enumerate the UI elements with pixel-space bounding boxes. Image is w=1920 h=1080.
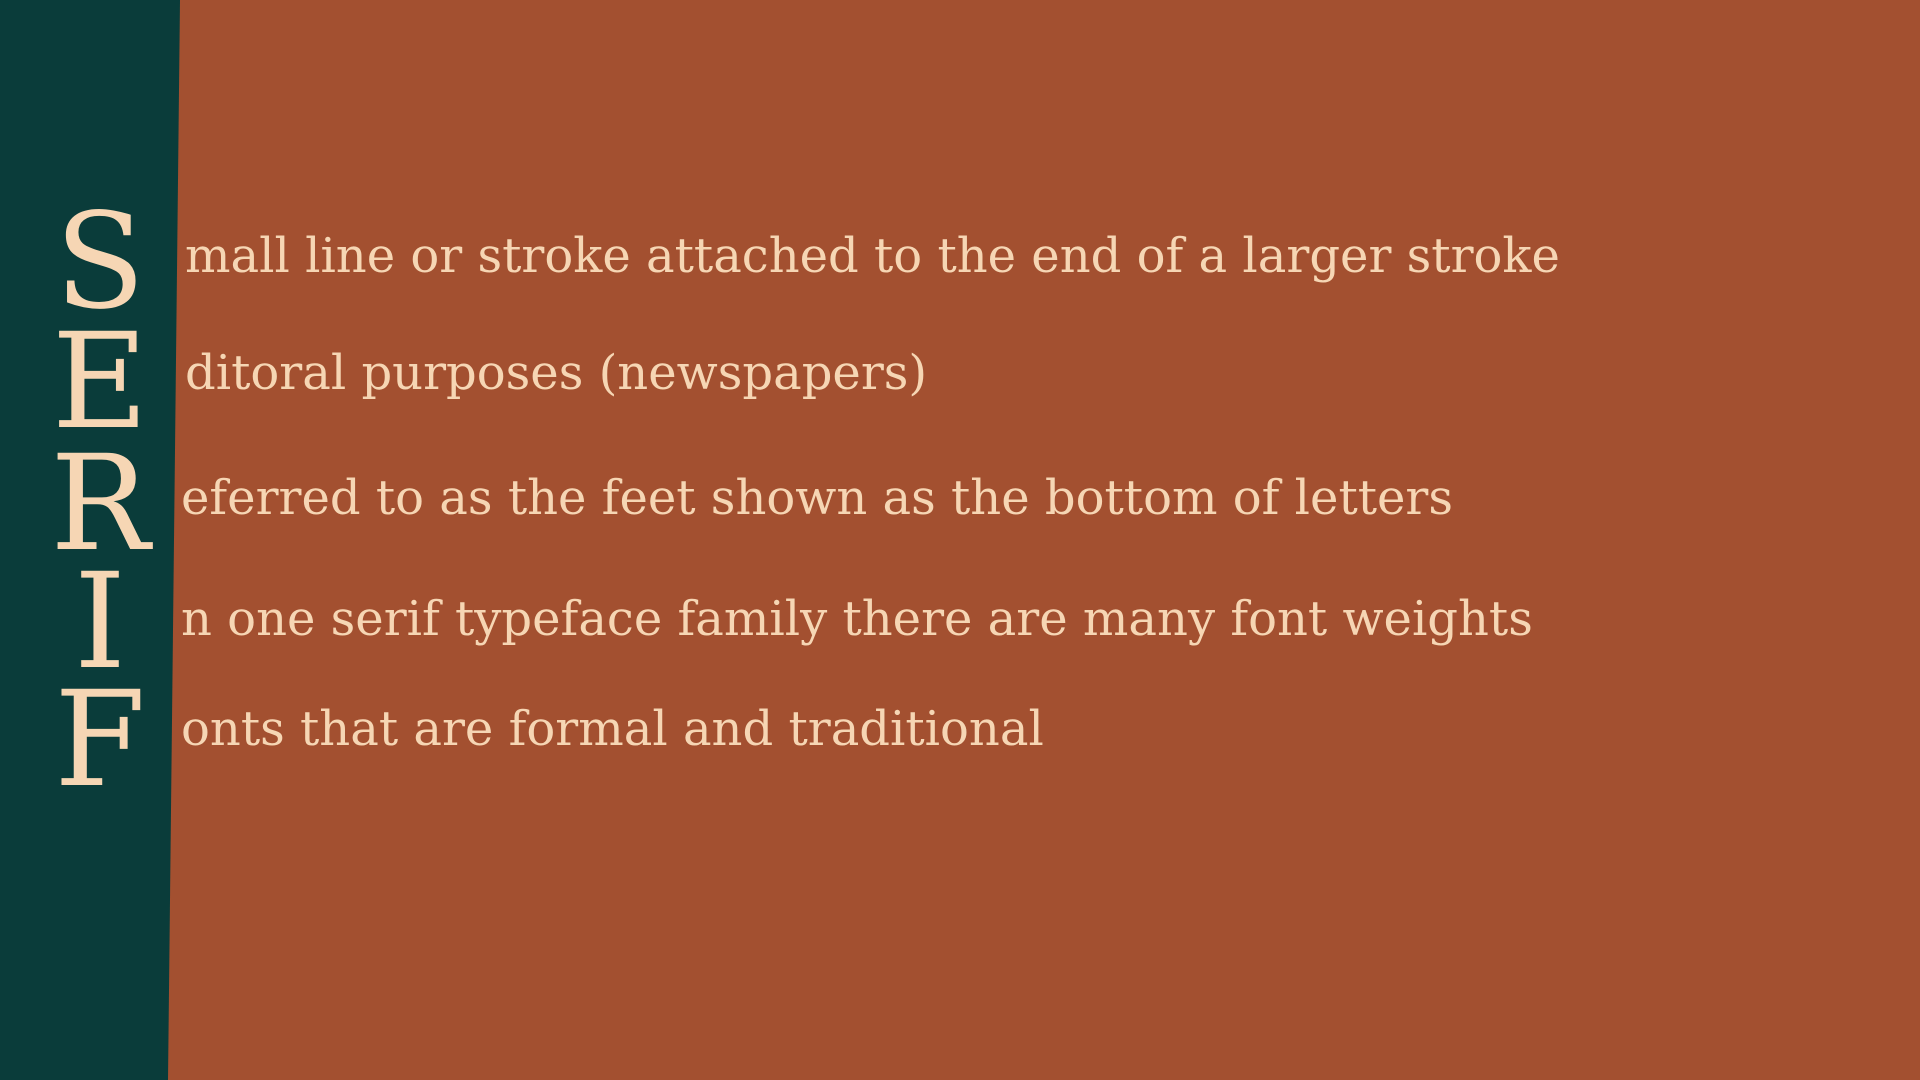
acrostic-row-s: S mall line or stroke attached to the en… — [0, 185, 1920, 339]
acrostic-line-s: mall line or stroke attached to the end … — [185, 228, 1560, 284]
acrostic-row-f: F onts that are formal and traditional — [0, 663, 1920, 817]
acrostic-row-r: R eferred to as the feet shown as the bo… — [0, 438, 1920, 570]
acrostic-letter-s: S — [54, 185, 146, 339]
slide: S mall line or stroke attached to the en… — [0, 0, 1920, 1080]
acrostic-row-e: E ditoral purposes (newspapers) — [0, 305, 1920, 459]
acrostic-row-i: I n one serif typeface family there are … — [0, 556, 1920, 688]
acrostic-letter-e: E — [51, 305, 149, 459]
acrostic-line-r: eferred to as the feet shown as the bott… — [181, 470, 1453, 526]
acrostic-letter-f: F — [54, 663, 146, 817]
acrostic-line-i: n one serif typeface family there are ma… — [181, 591, 1533, 647]
acrostic-line-e: ditoral purposes (newspapers) — [185, 345, 928, 401]
acrostic-line-f: onts that are formal and traditional — [181, 701, 1044, 757]
